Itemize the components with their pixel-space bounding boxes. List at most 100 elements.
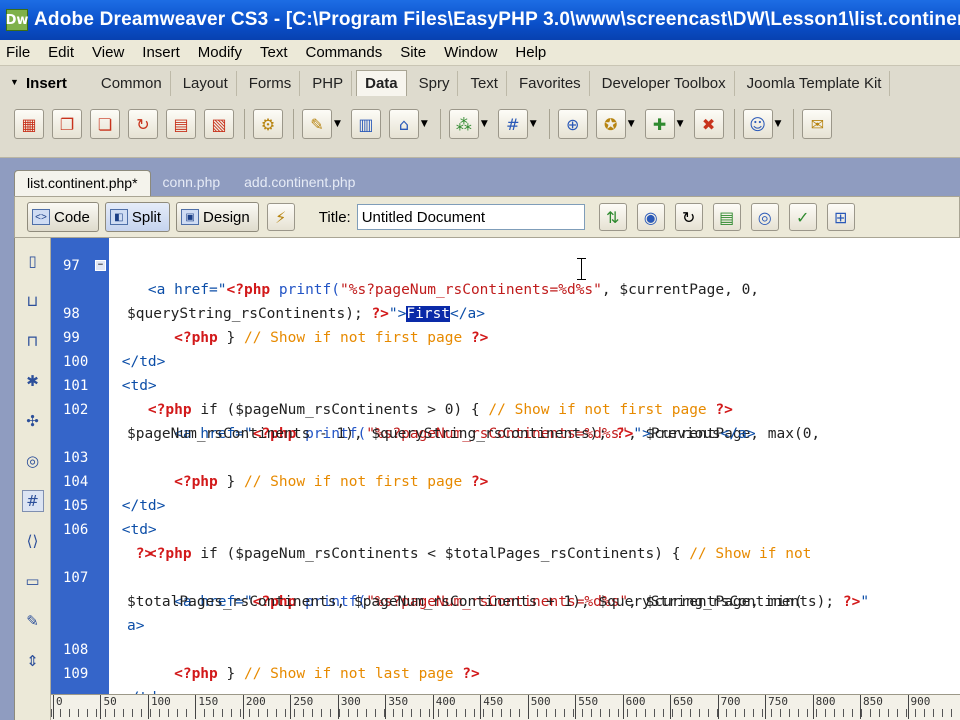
menu-file[interactable]: File (6, 44, 30, 61)
update-record-icon[interactable]: ✪ (595, 109, 626, 139)
insert-tab-data[interactable]: Data (356, 70, 407, 96)
split-view-icon: ◧ (109, 209, 128, 225)
code-line: 102 <a href="<?php printf("%s?pageNum_rs… (51, 374, 960, 442)
ruler-tick (147, 695, 149, 719)
file-management-icon[interactable]: ⇅ (598, 203, 627, 231)
insert-tab-text[interactable]: Text (462, 70, 507, 96)
ruler-tick (907, 695, 909, 719)
insert-tabs: Insert Common Layout Forms PHP Data Spry… (0, 66, 960, 100)
menu-help[interactable]: Help (515, 44, 546, 61)
insert-tab-joomla-template-kit[interactable]: Joomla Template Kit (739, 70, 891, 96)
insert-tab-common[interactable]: Common (93, 70, 171, 96)
recordset-icon[interactable]: ❐ (52, 109, 82, 139)
live-data-icon[interactable]: ⚡ (266, 203, 295, 231)
recordset-navigation-icon[interactable]: ⁂ (448, 109, 479, 139)
menu-commands[interactable]: Commands (306, 44, 383, 61)
code-view[interactable]: ▯ ⊔ ⊓ ✱ ✣ ◎ # ⟨⟩ ▭ ✎ ⇕ 97 <a href="<?php… (14, 238, 960, 720)
remove-comment-icon[interactable]: ✎ (22, 610, 44, 632)
chevron-down-icon[interactable]: ▼ (421, 119, 428, 129)
insert-icons-row: ▦ ❐ ❏ ↻ ▤ ▧ ⚙ ✎ ▼ ▥ ⌂ ▼ ⁂ ▼ # ▼ ⊕ ✪ ▼ ✚ … (0, 100, 960, 148)
code-view-button[interactable]: <> Code (27, 202, 99, 232)
user-authentication-delete-icon[interactable]: ✖ (693, 109, 724, 139)
code-line: 98 <?php } // Show if not first page ?> (51, 278, 960, 346)
preview-in-browser-icon[interactable]: ◉ (636, 203, 665, 231)
xslt-transformation-icon[interactable]: ✉ (802, 109, 833, 139)
recordset-paging-icon[interactable]: ▧ (204, 109, 234, 139)
design-view-label: Design (203, 208, 250, 226)
ruler-label: 600 (625, 695, 646, 708)
dynamic-data-icon[interactable]: ⚙ (253, 109, 283, 139)
chevron-down-icon[interactable]: ▼ (481, 119, 488, 129)
ruler: 0 50 100 150 200 250 300 350 400 450 500 550 600 650 7… (51, 694, 960, 720)
document-title-input[interactable] (356, 204, 585, 230)
menu-view[interactable]: View (92, 44, 124, 61)
insert-tab-developer-toolbox[interactable]: Developer Toolbox (594, 70, 735, 96)
split-view-button[interactable]: ◧ Split (104, 202, 171, 232)
expand-all-icon[interactable]: ✱ (22, 370, 44, 392)
display-record-count-icon[interactable]: ⌂ (388, 109, 419, 139)
menu-text[interactable]: Text (260, 44, 288, 61)
check-browser-compatibility-icon[interactable]: ⊞ (826, 203, 855, 231)
insert-tab-forms[interactable]: Forms (241, 70, 301, 96)
menu-edit[interactable]: Edit (48, 44, 74, 61)
visual-aids-icon[interactable]: ◎ (750, 203, 779, 231)
chevron-down-icon[interactable]: ▼ (677, 119, 684, 129)
master-detail-page-icon[interactable]: ▥ (350, 109, 381, 139)
doc-tab-conn[interactable]: conn.php (151, 170, 233, 196)
user-authentication-icon[interactable]: ☺ (742, 109, 773, 139)
import-tabular-data-icon[interactable]: ▦ (14, 109, 44, 139)
menu-site[interactable]: Site (400, 44, 426, 61)
insert-record-icon[interactable]: ⊕ (557, 109, 588, 139)
ruler-label: 150 (198, 695, 219, 708)
record-count-icon[interactable]: # (497, 109, 528, 139)
ruler-tick (670, 695, 672, 719)
open-documents-icon[interactable]: ▯ (22, 250, 44, 272)
collapse-selection-icon[interactable]: ⊓ (22, 330, 44, 352)
collapse-full-tag-icon[interactable]: ⊔ (22, 290, 44, 312)
dynamic-text-icon[interactable]: ✎ (302, 109, 332, 139)
apply-comment-icon[interactable]: ▭ (22, 570, 44, 592)
insert-tab-php[interactable]: PHP (304, 70, 353, 96)
balance-braces-icon[interactable]: ◎ (22, 450, 44, 472)
command-icon[interactable]: ❏ (90, 109, 120, 139)
wrap-tag-icon[interactable]: ⇕ (22, 650, 44, 672)
code-line: a> (51, 590, 960, 634)
chevron-down-icon[interactable]: ▼ (775, 119, 782, 129)
ruler-label: 300 (340, 695, 361, 708)
ruler-label: 750 (768, 695, 788, 708)
code-editor[interactable]: 97 <a href="<?php printf("%s?pageNum_rsC… (51, 238, 960, 700)
dreamweaver-icon: Dw (6, 9, 28, 31)
menu-window[interactable]: Window (444, 44, 497, 61)
chevron-down-icon[interactable]: ▼ (628, 119, 635, 129)
design-view-button[interactable]: ▣ Design (176, 202, 259, 232)
validate-markup-icon[interactable]: ✓ (788, 203, 817, 231)
ruler-tick (717, 695, 719, 719)
insert-tab-spry[interactable]: Spry (411, 70, 459, 96)
chevron-down-icon[interactable]: ▼ (530, 119, 537, 129)
select-parent-tag-icon[interactable]: ✣ (22, 410, 44, 432)
show-region-icon[interactable]: ▤ (166, 109, 196, 139)
code-line: 109 </td> (51, 638, 960, 700)
repeated-region-icon[interactable]: ↻ (128, 109, 158, 139)
document-tabs: list.continent.php* conn.php add.contine… (14, 168, 367, 196)
menu-modify[interactable]: Modify (198, 44, 242, 61)
ruler-label: 550 (578, 695, 599, 708)
view-options-icon[interactable]: ▤ (712, 203, 741, 231)
insert-bar: Insert Common Layout Forms PHP Data Spry… (0, 66, 960, 158)
insert-bar-label[interactable]: Insert (6, 75, 67, 92)
insert-tab-favorites[interactable]: Favorites (511, 70, 590, 96)
menu-insert[interactable]: Insert (142, 44, 180, 61)
line-numbers-icon[interactable]: # (21, 490, 44, 512)
ruler-label: 50 (103, 695, 117, 708)
ruler-label: 500 (530, 695, 551, 708)
doc-tab-add-continent[interactable]: add.continent.php (232, 170, 367, 196)
chevron-down-icon[interactable]: ▼ (334, 119, 341, 129)
title-bar: Dw Adobe Dreamweaver CS3 - [C:\Program F… (0, 0, 960, 40)
delete-record-icon[interactable]: ✚ (644, 109, 675, 139)
highlight-invalid-code-icon[interactable]: ⟨⟩ (22, 530, 44, 552)
collapse-toggle-icon[interactable]: − (95, 260, 106, 271)
doc-tab-list-continent[interactable]: list.continent.php* (14, 170, 151, 196)
insert-tab-layout[interactable]: Layout (175, 70, 237, 96)
ruler-tick (195, 695, 197, 719)
refresh-icon[interactable]: ↻ (674, 203, 703, 231)
